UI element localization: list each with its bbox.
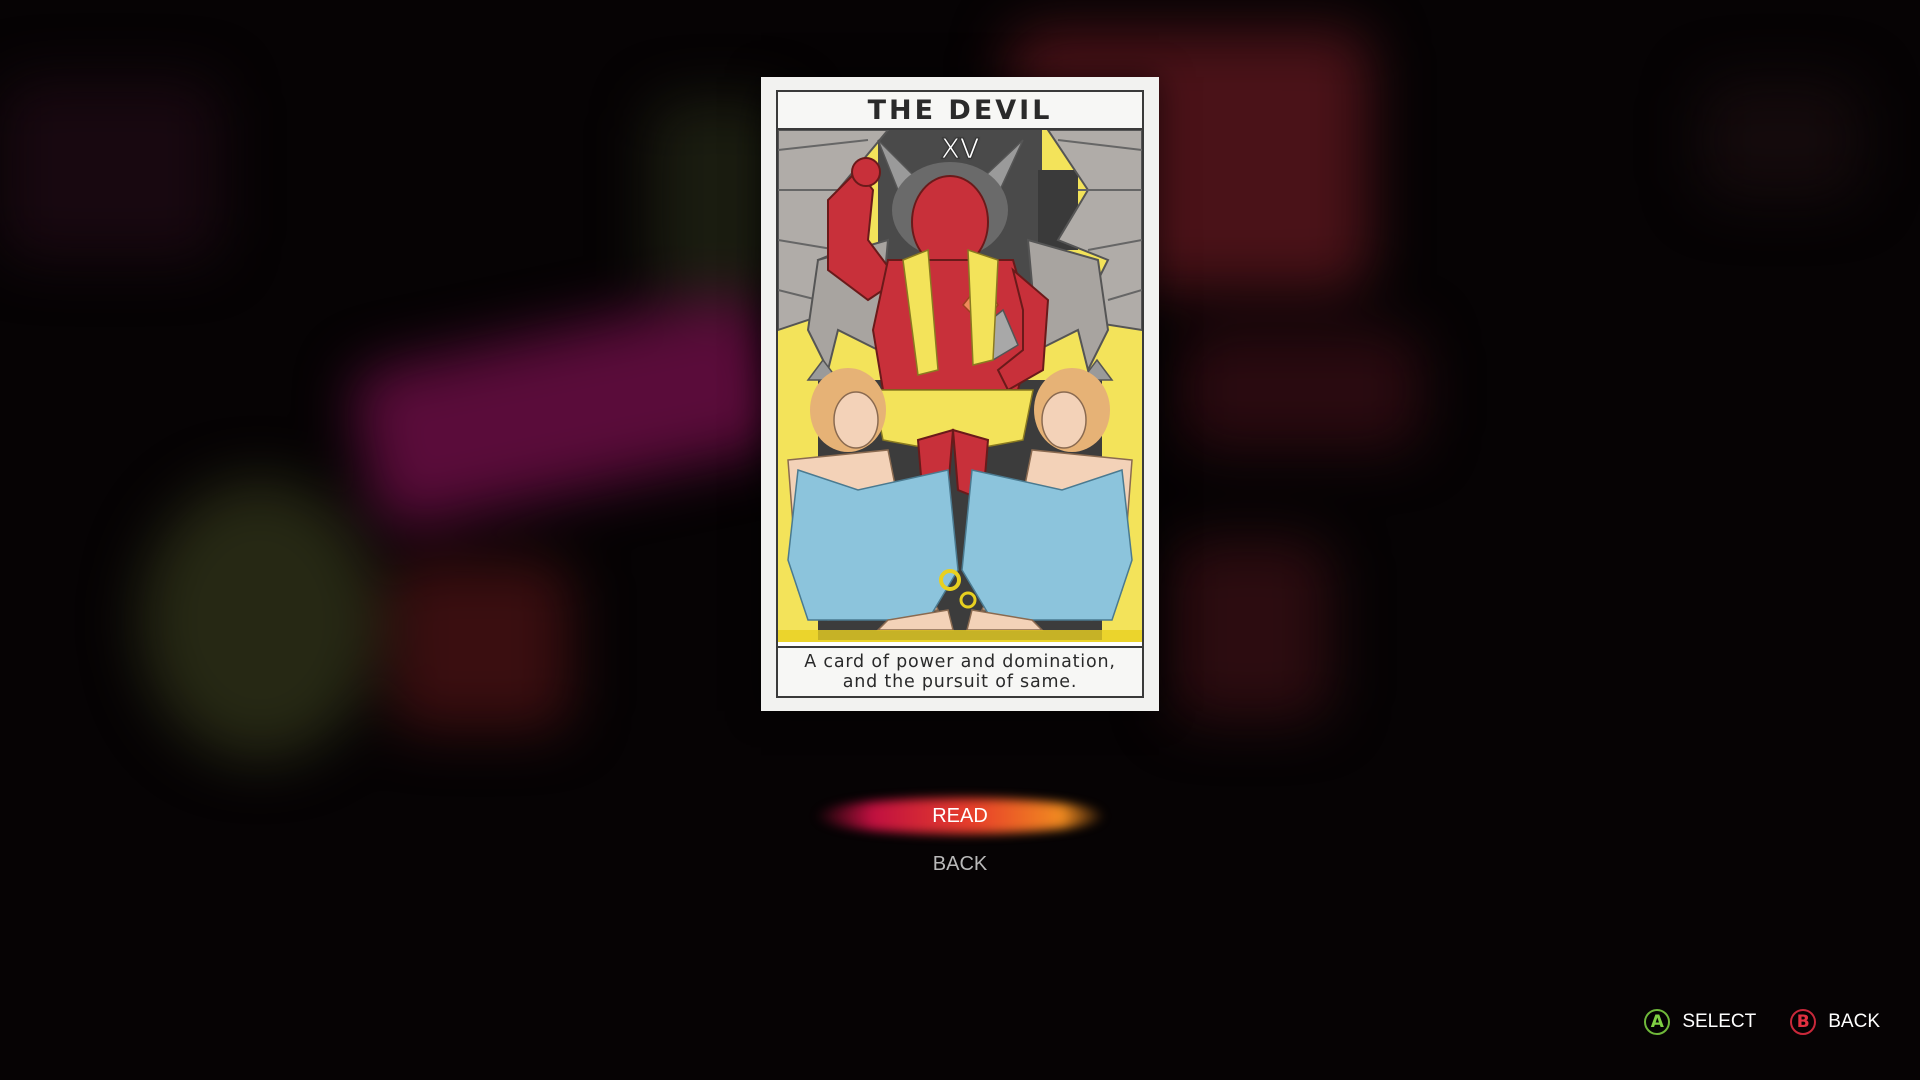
select-hint-label: SELECT <box>1682 1011 1757 1032</box>
select-hint[interactable]: A SELECT <box>1644 1009 1756 1035</box>
back-hint-label: BACK <box>1828 1011 1880 1032</box>
devil-tarot-illustration <box>778 130 1142 642</box>
card-caption: A card of power and domination, and the … <box>778 646 1142 696</box>
controller-hints: A SELECT B BACK <box>1610 1005 1880 1039</box>
card-caption-line-1: A card of power and domination, <box>804 652 1116 672</box>
tarot-card-frame: THE DEVIL XV A card of power and dominat… <box>776 90 1144 698</box>
menu-item-read[interactable]: READ <box>860 796 1060 836</box>
a-button-icon: A <box>1644 1009 1671 1035</box>
game-screen: THE DEVIL XV A card of power and dominat… <box>0 0 1920 1080</box>
card-caption-line-2: and the pursuit of same. <box>842 672 1078 692</box>
card-title: THE DEVIL <box>778 92 1142 130</box>
b-button-icon: B <box>1790 1009 1817 1035</box>
tarot-card: THE DEVIL XV A card of power and dominat… <box>761 77 1159 711</box>
back-hint[interactable]: B BACK <box>1790 1009 1880 1035</box>
menu-item-back[interactable]: BACK <box>860 849 1060 879</box>
card-numeral: XV <box>940 132 980 166</box>
